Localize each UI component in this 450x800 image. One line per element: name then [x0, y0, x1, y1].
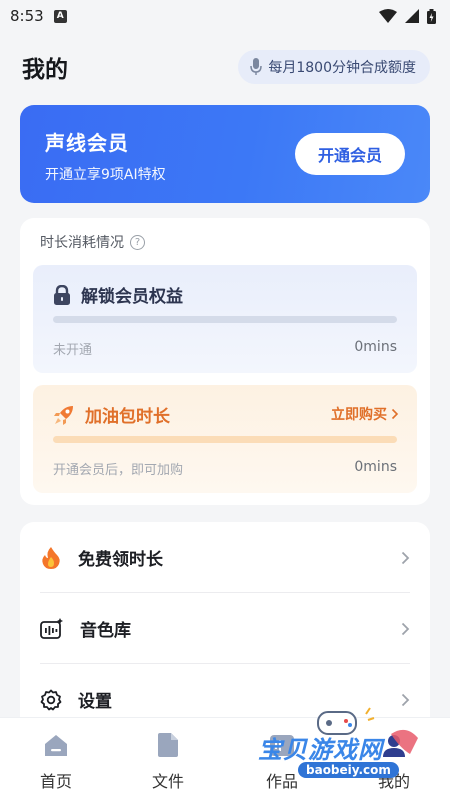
- rocket-icon: [54, 405, 73, 425]
- fuel-pack-label: 加油包时长: [85, 407, 170, 427]
- menu-card: 免费领时长 音色库 设置: [20, 522, 430, 732]
- chevron-right-icon: [401, 622, 410, 635]
- quota-label: 每月1800分钟合成额度: [268, 60, 416, 76]
- open-membership-button[interactable]: 开通会员: [295, 133, 405, 175]
- watermark-text: 宝贝游戏网: [258, 736, 383, 764]
- status-bar: 8:53 A: [0, 0, 450, 32]
- chevron-right-icon: [401, 551, 410, 564]
- menu-label-settings: 设置: [78, 692, 112, 712]
- header: 我的 每月1800分钟合成额度: [22, 50, 430, 84]
- gear-icon: [40, 689, 62, 710]
- fuel-pack-progress-bar: [53, 436, 397, 443]
- usage-title-row: 时长消耗情况 ?: [40, 232, 145, 252]
- status-time: 8:53: [10, 7, 44, 25]
- menu-item-voice-library[interactable]: 音色库: [20, 593, 430, 664]
- page-title: 我的: [22, 57, 68, 83]
- usage-card: 时长消耗情况 ? 解锁会员权益 未开通 0mins 加油包时长 立即购买 开通会…: [20, 218, 430, 505]
- app-notification-icon: A: [53, 9, 67, 23]
- tab-home[interactable]: 首页: [0, 732, 112, 792]
- buy-now-link[interactable]: 立即购买: [331, 404, 399, 424]
- watermark-url: baobeiy.com: [298, 762, 399, 778]
- fuel-pack-panel: 加油包时长 立即购买 开通会员后，即可加购 0mins: [33, 385, 417, 493]
- chevron-right-icon: [391, 408, 399, 420]
- fuel-pack-amount: 0mins: [354, 459, 397, 475]
- file-icon: [158, 733, 178, 757]
- menu-label-free-time: 免费领时长: [78, 550, 163, 570]
- flame-icon: [42, 546, 60, 569]
- voice-library-icon: [40, 617, 63, 639]
- menu-label-voice-library: 音色库: [80, 621, 131, 641]
- membership-card[interactable]: 声线会员 开通立享9项AI特权 开通会员: [20, 105, 430, 203]
- unlock-label: 解锁会员权益: [81, 287, 183, 307]
- tab-label-works: 作品: [265, 772, 298, 791]
- usage-title: 时长消耗情况: [40, 235, 124, 251]
- wifi-icon: [379, 9, 397, 23]
- quota-badge[interactable]: 每月1800分钟合成额度: [238, 50, 430, 84]
- tab-label-file: 文件: [151, 772, 184, 791]
- buy-now-label: 立即购买: [331, 407, 387, 423]
- tab-file[interactable]: 文件: [112, 732, 224, 792]
- unlock-amount: 0mins: [354, 339, 397, 355]
- menu-item-free-time[interactable]: 免费领时长: [20, 522, 430, 593]
- microphone-icon: [250, 58, 263, 75]
- help-icon[interactable]: ?: [130, 234, 145, 250]
- tab-label-home: 首页: [39, 772, 72, 791]
- signal-icon: [405, 9, 419, 23]
- home-icon: [45, 735, 67, 756]
- unlock-benefits-panel[interactable]: 解锁会员权益 未开通 0mins: [33, 265, 417, 373]
- fuel-pack-note: 开通会员后，即可加购: [53, 463, 184, 478]
- unlock-status: 未开通: [53, 343, 93, 358]
- unlock-progress-bar: [53, 316, 397, 323]
- battery-icon: [427, 8, 436, 24]
- lock-icon: [54, 284, 70, 305]
